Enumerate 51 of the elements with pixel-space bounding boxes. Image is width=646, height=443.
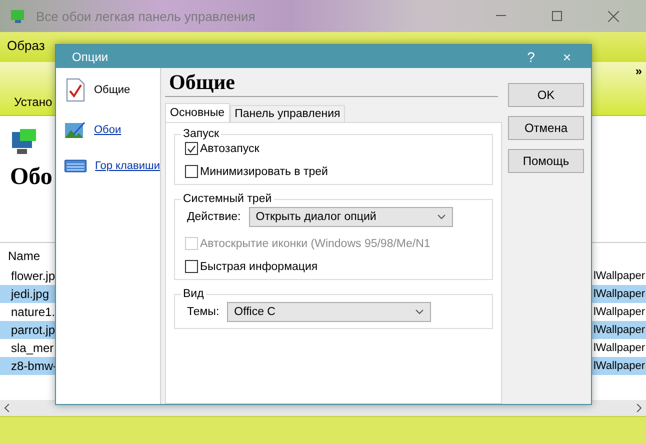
table-cell[interactable]: lWallpaper (591, 267, 646, 285)
scroll-left-icon[interactable] (4, 404, 10, 412)
dropdown[interactable]: Office C (227, 302, 432, 322)
table-cell[interactable]: lWallpaper (591, 303, 646, 321)
page-title: Обо (10, 164, 52, 191)
file-name-cell[interactable]: jedi.jpg (0, 285, 55, 303)
file-name-cell[interactable]: nature1. (0, 303, 55, 321)
nav-link[interactable]: Общие (94, 84, 130, 96)
caret-icon (415, 309, 424, 315)
app-icon (10, 8, 26, 24)
checkbox-label: Автозапуск (200, 142, 260, 154)
checkbox[interactable] (185, 142, 198, 155)
caret-icon (436, 214, 446, 220)
dropdown[interactable]: Открыть диалог опций (248, 207, 453, 227)
field-label: Темы: (187, 306, 220, 318)
table-cell[interactable]: lWallpaper (591, 285, 646, 303)
table-cell[interactable]: lWallpaper (591, 339, 646, 357)
field-label: Действие: (187, 211, 241, 223)
nav-link[interactable]: Гор клавиши (95, 160, 160, 172)
tab[interactable]: Панель управления (230, 105, 346, 122)
table-cell[interactable]: lWallpaper (591, 321, 646, 339)
minimize-icon[interactable] (496, 15, 506, 17)
dialog-title: Опции (72, 50, 110, 64)
file-name-cell[interactable]: sla_mer (0, 339, 55, 357)
file-name-cell[interactable]: z8-bmw- (0, 357, 55, 375)
document-check-icon (64, 78, 86, 102)
file-name-cell[interactable]: parrot.jp (0, 321, 55, 339)
file-name-cell[interactable]: flower.jp (0, 267, 55, 285)
dialog-button[interactable]: Помощь (508, 149, 584, 173)
table-cell[interactable]: lWallpaper (591, 357, 646, 375)
group-title: Системный трей (182, 193, 273, 205)
toolbar-button[interactable]: Устано (14, 95, 52, 109)
checkbox[interactable] (185, 260, 198, 273)
menu-item[interactable]: Образ (4, 36, 48, 55)
maximize-icon[interactable] (552, 11, 562, 21)
scroll-right-icon[interactable] (636, 404, 642, 412)
section-heading: Общие (165, 70, 498, 97)
group-title: Вид (182, 288, 205, 300)
checkbox-label: Быстрая информация (200, 260, 318, 272)
close-icon[interactable] (608, 10, 618, 22)
dialog-button[interactable]: OK (508, 83, 584, 107)
keyboard-icon (64, 158, 88, 174)
toolbar-overflow-button[interactable]: » (635, 64, 642, 78)
checkbox-label: Автоскрытие иконки (Windows 95/98/Me/N1 (200, 238, 430, 250)
group-title: Запуск (182, 128, 220, 140)
checkbox[interactable] (185, 165, 198, 178)
dialog-button[interactable]: Отмена (508, 116, 584, 140)
tab[interactable]: Основные (165, 103, 230, 122)
checkbox-label: Минимизировать в трей (200, 166, 328, 178)
nav-link[interactable]: Обои (94, 124, 122, 136)
landscape-pen-icon (64, 120, 86, 140)
